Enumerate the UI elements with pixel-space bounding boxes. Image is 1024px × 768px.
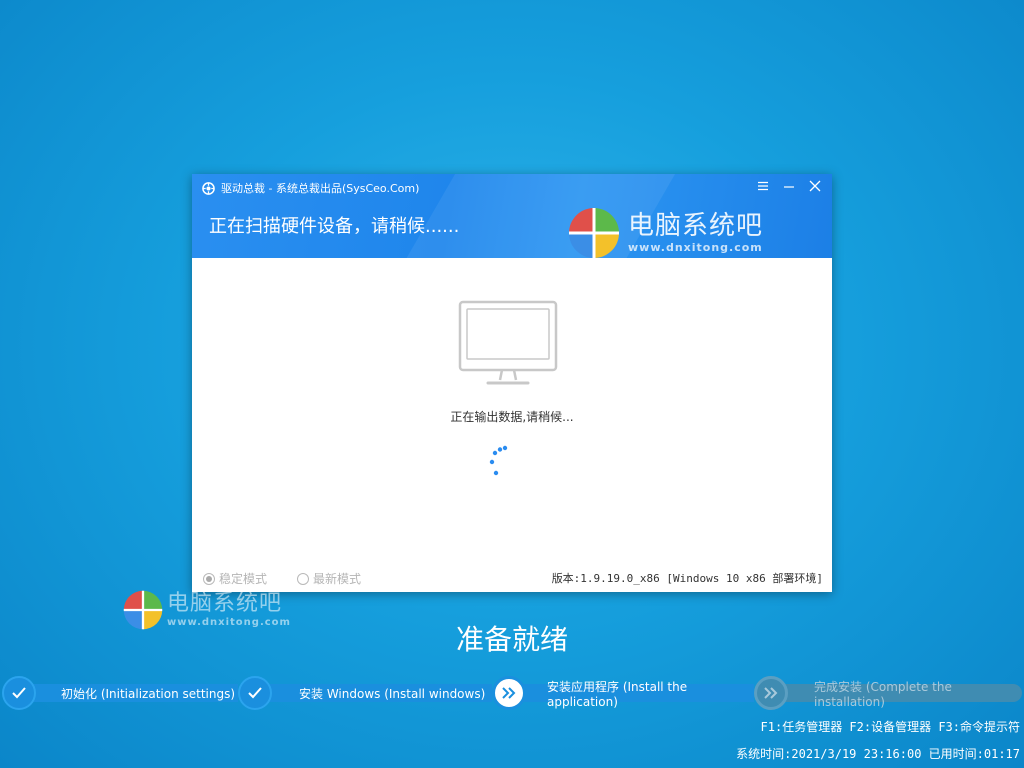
check-icon: [248, 687, 262, 699]
system-time: 系统时间:2021/3/19 23:16:00 已用时间:01:17: [736, 747, 1020, 761]
step-bar-3: 安装应用程序 (Install the application): [510, 680, 754, 709]
loading-spinner-icon: [489, 445, 508, 476]
close-icon: [809, 180, 821, 192]
step-bar-4: 完成安装 (Complete the installation): [772, 680, 1022, 709]
latest-mode-radio[interactable]: [297, 572, 309, 585]
dialog-footer: 稳定模式 最新模式 版本:1.9.19.0_x86 [Windows 10 x8…: [192, 564, 832, 592]
minimize-icon: [784, 186, 794, 188]
stable-mode-radio[interactable]: [203, 572, 215, 585]
windows-flag-logo-icon: [569, 208, 619, 258]
latest-mode-label: 最新模式: [313, 572, 362, 586]
ready-text: 准备就绪: [455, 623, 568, 656]
step-label-3: 安装应用程序 (Install the application): [547, 679, 688, 709]
status-text: 正在输出数据,请稍候...: [450, 410, 574, 424]
monitor-icon: [458, 300, 558, 385]
stable-mode-option[interactable]: 稳定模式: [203, 570, 267, 587]
menu-button[interactable]: [752, 177, 774, 195]
step-circle-2: [238, 676, 272, 710]
version-text: 版本:1.9.19.0_x86 [Windows 10 x86 部署环境]: [551, 572, 823, 585]
step-label-4: 完成安装 (Complete the installation): [814, 679, 952, 709]
header-watermark-logo: 电脑系统吧 www.dnxitong.com: [568, 207, 763, 258]
window-controls: [752, 177, 826, 195]
title-bar: 驱动总裁 - 系统总裁出品(SysCeo.Com): [202, 179, 419, 197]
app-logo-icon: [202, 181, 215, 195]
step-bar-2: 安装 Windows (Install windows): [256, 684, 492, 702]
step-circle-3: [492, 676, 526, 710]
watermark-url: www.dnxitong.com: [628, 241, 763, 254]
shortcut-hint: F1:任务管理器 F2:设备管理器 F3:命令提示符: [760, 720, 1020, 734]
watermark-title: 电脑系统吧: [628, 211, 764, 241]
menu-icon: [758, 181, 768, 191]
driver-dialog: 驱动总裁 - 系统总裁出品(SysCeo.Com) 正在扫描硬件设备，请稍候..…: [192, 174, 832, 592]
step-label-2: 安装 Windows (Install windows): [299, 686, 486, 701]
window-title: 驱动总裁 - 系统总裁出品(SysCeo.Com): [221, 182, 420, 195]
close-button[interactable]: [804, 177, 826, 195]
check-icon: [12, 687, 26, 699]
latest-mode-option[interactable]: 最新模式: [297, 570, 361, 587]
step-circle-1: [2, 676, 36, 710]
stable-mode-label: 稳定模式: [219, 572, 268, 586]
double-chevron-icon: [502, 687, 516, 699]
desktop-watermark-title: 电脑系统吧: [167, 590, 283, 616]
install-steps: 初始化 (Initialization settings) 安装 Windows…: [0, 676, 1024, 710]
step-bar-1: 初始化 (Initialization settings): [20, 684, 238, 702]
dialog-header: 驱动总裁 - 系统总裁出品(SysCeo.Com) 正在扫描硬件设备，请稍候..…: [192, 174, 832, 258]
step-label-1: 初始化 (Initialization settings): [61, 686, 236, 701]
minimize-button[interactable]: [778, 177, 800, 195]
step-circle-4: [754, 676, 788, 710]
double-chevron-icon: [764, 687, 778, 699]
scan-message: 正在扫描硬件设备，请稍候......: [209, 216, 460, 237]
